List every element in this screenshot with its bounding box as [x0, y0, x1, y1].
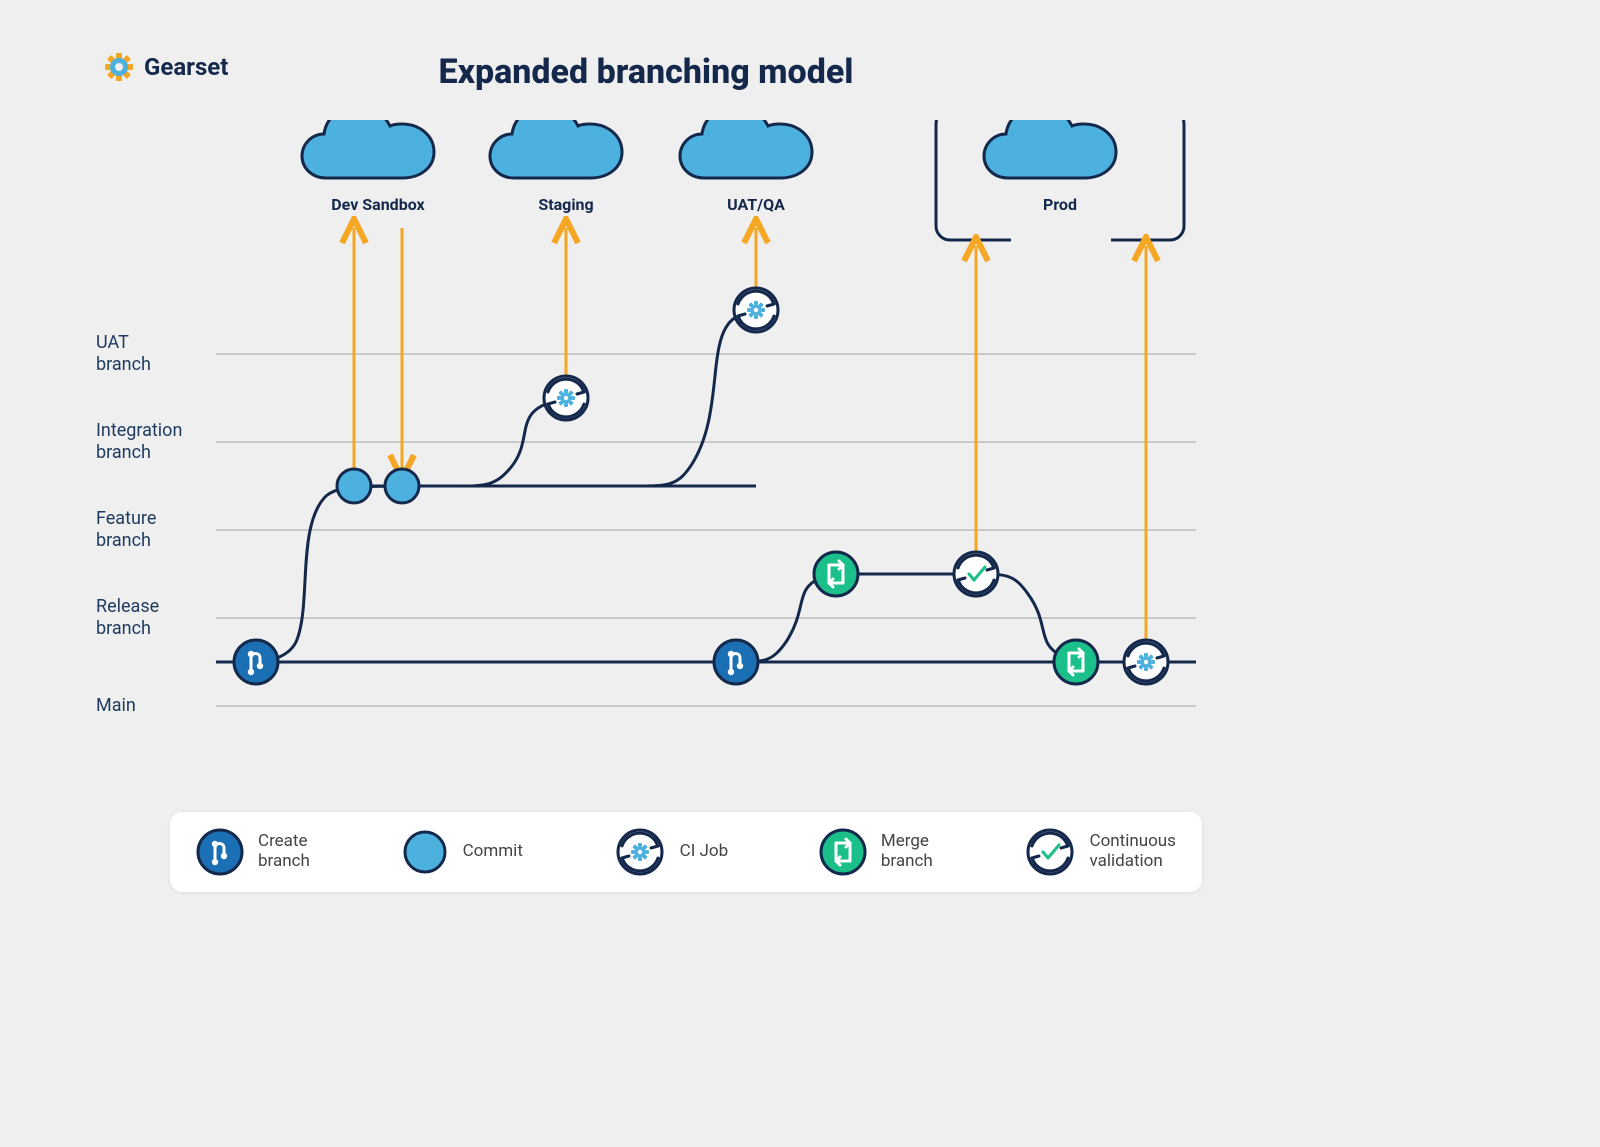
legend-item-ci: CI Job: [614, 826, 729, 878]
env-dev: Dev Sandbox: [302, 120, 434, 214]
legend-label: CI Job: [680, 842, 729, 862]
node-merge-main: [1054, 640, 1098, 684]
ci-job-icon: [614, 826, 666, 878]
legend-item-merge: Merge branch: [819, 828, 933, 876]
legend-item-create: Create branch: [196, 828, 310, 876]
node-create-main: [234, 640, 278, 684]
node-ci-integration: [544, 376, 588, 420]
merge-branch-icon: [819, 828, 867, 876]
svg-text:UAT/QA: UAT/QA: [727, 195, 785, 214]
lane-label-release: Release branch: [96, 596, 216, 639]
node-commit-2: [385, 469, 419, 503]
page-title: Expanded branching model: [0, 52, 1292, 92]
legend-item-commit: Commit: [401, 828, 523, 876]
flow-diagram: Dev Sandbox Staging UAT/QA Prod: [216, 120, 1196, 760]
legend-label: Create branch: [258, 832, 310, 871]
env-prod: Prod: [936, 120, 1184, 245]
svg-text:Staging: Staging: [538, 195, 593, 214]
lane-label-feature: Feature branch: [96, 508, 216, 551]
node-ci-main: [1124, 640, 1168, 684]
node-commit-1: [337, 469, 371, 503]
node-ci-uat: [734, 288, 778, 332]
env-staging: Staging: [490, 120, 622, 214]
env-uat: UAT/QA: [680, 120, 812, 214]
legend-item-cv: Continuous validation: [1024, 826, 1176, 878]
svg-text:Dev Sandbox: Dev Sandbox: [331, 195, 425, 214]
commit-icon: [401, 828, 449, 876]
legend-label: Continuous validation: [1090, 832, 1176, 871]
legend-label: Merge branch: [881, 832, 933, 871]
legend-label: Commit: [463, 842, 523, 862]
node-merge-release: [814, 552, 858, 596]
lane-label-uat: UAT branch: [96, 332, 216, 375]
legend: Create branch Commit: [170, 812, 1202, 892]
node-cv-release: [954, 552, 998, 596]
create-branch-icon: [196, 828, 244, 876]
lane-label-main: Main: [96, 695, 216, 717]
svg-text:Prod: Prod: [1043, 195, 1077, 214]
node-create-main-2: [714, 640, 758, 684]
continuous-validation-icon: [1024, 826, 1076, 878]
lane-label-integration: Integration branch: [96, 420, 216, 463]
